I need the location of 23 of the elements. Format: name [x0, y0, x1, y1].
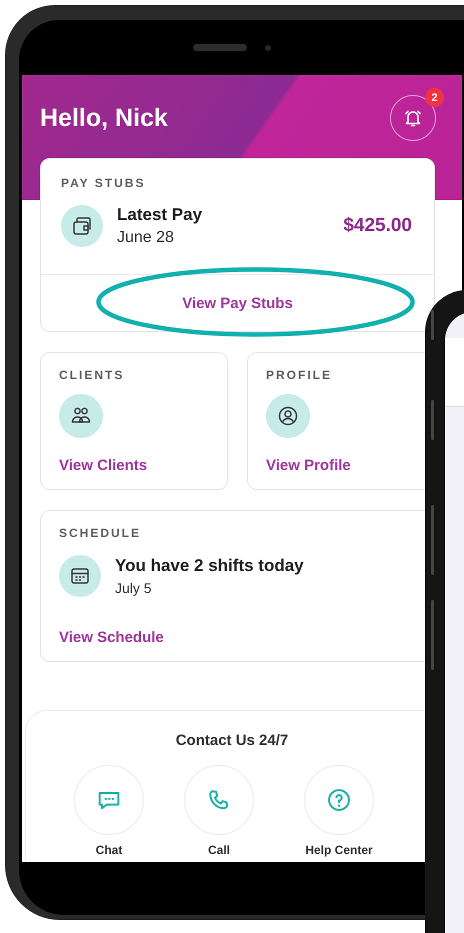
card-heading: SCHEDULE	[59, 526, 142, 540]
action-label: Call	[208, 843, 230, 857]
earpiece-icon	[192, 44, 246, 51]
camera-icon	[264, 44, 270, 50]
help-icon	[325, 786, 353, 814]
view-schedule-link[interactable]: View Schedule	[59, 629, 164, 646]
pay-amount: $425.00	[343, 215, 412, 237]
action-label: Help Center	[305, 843, 373, 857]
notification-badge: 2	[425, 88, 444, 107]
tile-link[interactable]: View Clients	[59, 457, 148, 474]
pay-date: June 28	[117, 229, 175, 247]
user-icon	[276, 404, 300, 428]
contact-title: Contact Us 24/7	[176, 732, 290, 749]
tile-link[interactable]: View Profile	[266, 457, 351, 474]
greeting: Hello, Nick	[40, 104, 168, 133]
pay-title: Latest Pay	[117, 205, 202, 225]
schedule-title: You have 2 shifts today	[115, 556, 304, 576]
card-heading: PAY STUBS	[60, 175, 146, 190]
view-pay-stubs-link[interactable]: View Pay Stubs	[182, 294, 293, 312]
tile-heading: CLIENTS	[59, 368, 126, 382]
schedule-date: July 5	[115, 580, 153, 596]
tile-heading: PROFILE	[266, 368, 334, 382]
action-label: Chat	[96, 843, 122, 857]
